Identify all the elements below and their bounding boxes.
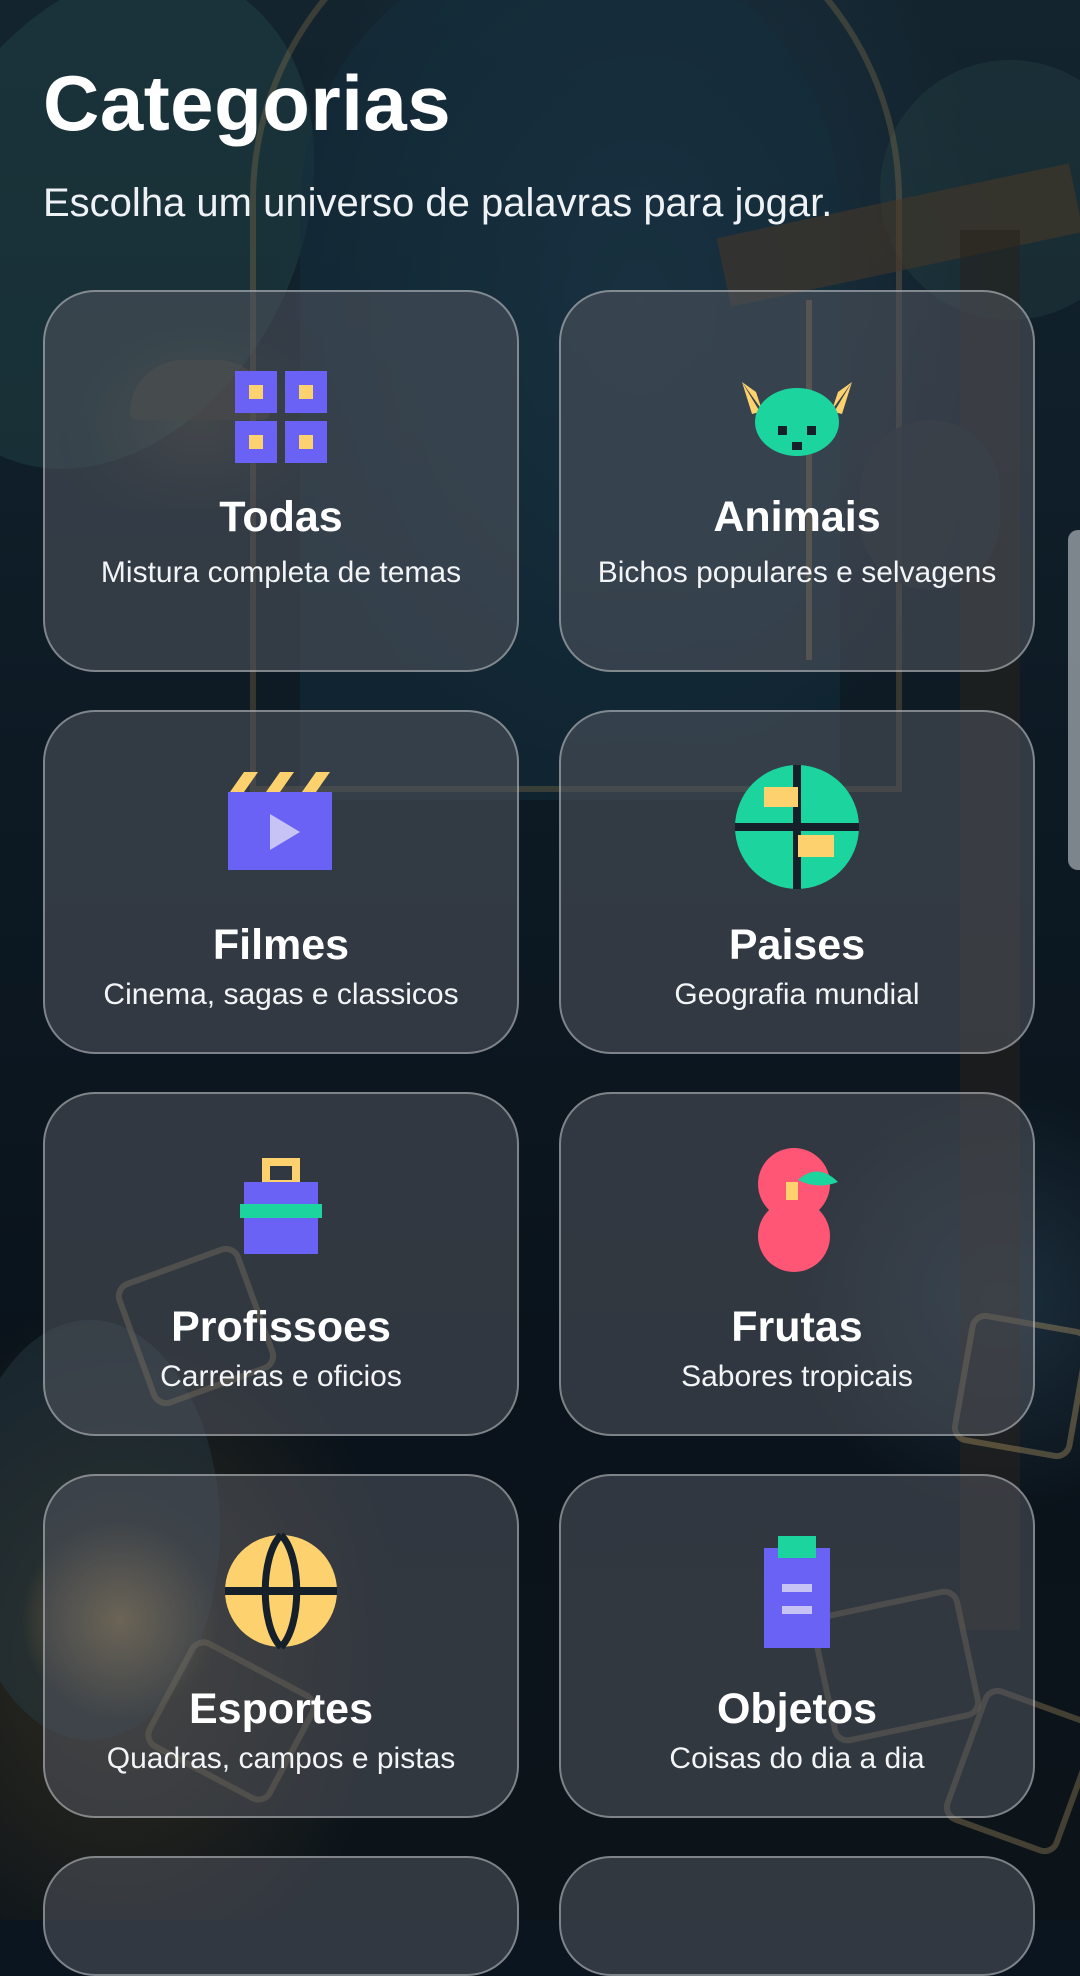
category-card-profissoes[interactable]: Profissoes Carreiras e oficios	[43, 1092, 519, 1436]
category-name: Filmes	[212, 921, 350, 969]
grid-icon	[235, 371, 327, 463]
category-card-animais[interactable]: Animais Bichos populares e selvagens	[559, 290, 1035, 672]
category-description: Cinema, sagas e classicos	[103, 978, 459, 1011]
category-name: Esportes	[188, 1685, 373, 1733]
category-description: Coisas do dia a dia	[669, 1742, 925, 1775]
category-name: Animais	[713, 493, 881, 541]
categories-screen: Categorias Escolha um universo de palavr…	[0, 0, 1080, 1976]
ball-icon	[225, 1532, 337, 1650]
category-description: Carreiras e oficios	[160, 1360, 402, 1393]
category-card-esportes[interactable]: Esportes Quadras, campos e pistas	[43, 1474, 519, 1818]
category-name: Objetos	[716, 1685, 878, 1733]
category-name: Todas	[219, 493, 343, 541]
category-description: Quadras, campos e pistas	[106, 1742, 456, 1775]
clapperboard-icon	[228, 772, 332, 870]
globe-icon	[735, 765, 859, 889]
scrollbar[interactable]	[1068, 530, 1080, 870]
category-name: Paises	[728, 921, 866, 969]
category-card-filmes[interactable]: Filmes Cinema, sagas e classicos	[43, 710, 519, 1054]
category-card-partial-left[interactable]	[43, 1856, 519, 1976]
category-description: Geografia mundial	[674, 978, 920, 1011]
category-card-todas[interactable]: Todas Mistura completa de temas	[43, 290, 519, 672]
category-card-frutas[interactable]: Frutas Sabores tropicais	[559, 1092, 1035, 1436]
category-card-paises[interactable]: Paises Geografia mundial	[559, 710, 1035, 1054]
category-card-partial-right[interactable]	[559, 1856, 1035, 1976]
page-title: Categorias	[43, 59, 452, 147]
category-card-objetos[interactable]: Objetos Coisas do dia a dia	[559, 1474, 1035, 1818]
category-description: Sabores tropicais	[681, 1360, 913, 1393]
category-description: Bichos populares e selvagens	[597, 556, 997, 589]
clipboard-icon	[764, 1536, 830, 1648]
category-description: Mistura completa de temas	[100, 556, 462, 589]
category-name: Profissoes	[171, 1303, 391, 1351]
fruit-icon	[758, 1148, 838, 1272]
page-subtitle: Escolha um universo de palavras para jog…	[43, 181, 833, 225]
briefcase-icon	[240, 1158, 322, 1254]
category-name: Frutas	[731, 1303, 863, 1351]
animal-face-icon	[742, 382, 852, 456]
